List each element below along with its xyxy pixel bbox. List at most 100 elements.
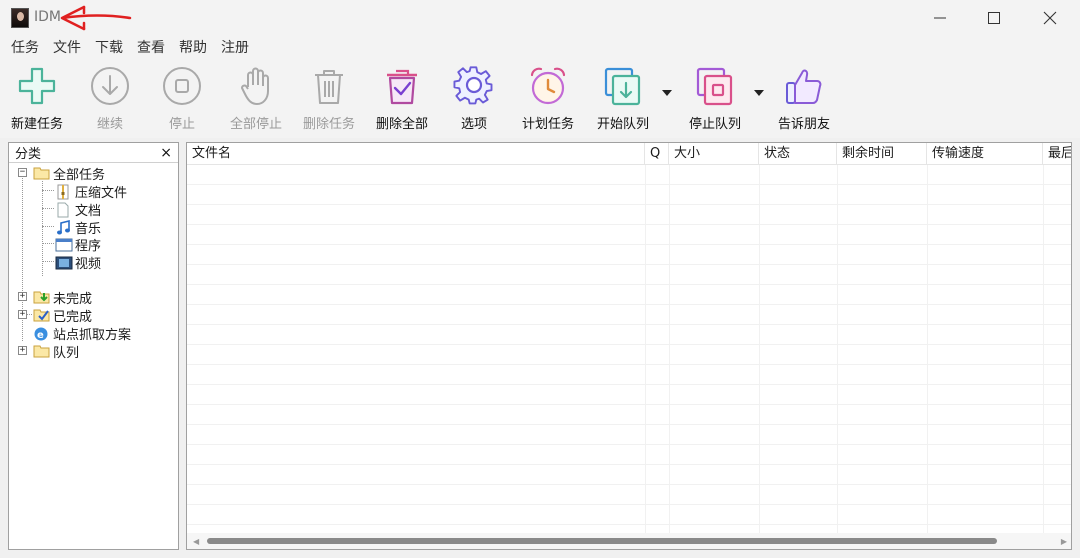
all-tasks-collapse-icon[interactable]: − <box>18 168 27 177</box>
tree-item-queues[interactable]: 队列 <box>33 342 80 361</box>
stop-all-button[interactable]: 全部停止 <box>226 65 286 137</box>
resume-icon <box>91 67 129 105</box>
stop-queue-dropdown-icon[interactable] <box>754 90 764 96</box>
tree-label-programs: 程序 <box>75 238 102 254</box>
tree-label-queues: 队列 <box>53 345 80 361</box>
delete-all-icon <box>387 69 417 105</box>
tree-label-compressed: 压缩文件 <box>75 185 128 201</box>
folder-download-icon <box>33 290 50 304</box>
tell-friend-button[interactable]: 告诉朋友 <box>774 65 834 137</box>
stop-queue-button[interactable]: 停止队列 <box>684 65 746 137</box>
thumbs-up-icon <box>786 69 822 104</box>
stop-all-label: 全部停止 <box>229 117 282 132</box>
tree-label-documents: 文档 <box>75 203 102 219</box>
app-icon <box>11 8 29 28</box>
tell-friend-label: 告诉朋友 <box>777 117 830 132</box>
delete-task-button[interactable]: 删除任务 <box>300 65 358 137</box>
options-button[interactable]: 选项 <box>446 65 502 137</box>
scheduler-label: 计划任务 <box>521 117 574 132</box>
close-button[interactable] <box>1022 0 1078 36</box>
toolbar: 新建任务 继续 停止 全部停止 删除任务 删除全部 选项 计划任务 开始队列 停… <box>0 60 1080 138</box>
tree-item-finished[interactable]: 已完成 <box>33 306 93 325</box>
menu-view[interactable]: 查看 <box>130 36 172 60</box>
red-arrow-annotation <box>60 5 132 31</box>
tree-item-grabber[interactable]: e 站点抓取方案 <box>33 324 131 343</box>
alarm-clock-icon <box>530 67 566 105</box>
list-body[interactable] <box>187 165 1071 533</box>
delete-task-label: 删除任务 <box>302 117 355 132</box>
tree-item-unfinished[interactable]: 未完成 <box>33 288 93 307</box>
add-icon <box>18 67 56 105</box>
category-panel: 分类 × − 全部任务 压缩文件 文档 音乐 程序 视频 + 未完成 + 已完成… <box>8 142 179 550</box>
folder-icon <box>33 344 50 358</box>
menu-register[interactable]: 注册 <box>214 36 256 60</box>
column-time-left[interactable]: 剩余时间 <box>837 143 927 165</box>
title-bar: IDM <box>0 0 1080 36</box>
delete-all-button[interactable]: 删除全部 <box>372 65 432 137</box>
scheduler-button[interactable]: 计划任务 <box>518 65 578 137</box>
minimize-button[interactable] <box>912 0 968 36</box>
start-queue-icon <box>604 67 641 106</box>
tree-item-all-tasks[interactable]: 全部任务 <box>33 164 106 183</box>
music-note-icon <box>55 219 71 235</box>
scroll-left-icon[interactable]: ◀ <box>193 537 199 546</box>
tree-label-video: 视频 <box>75 256 102 272</box>
menu-help[interactable]: 帮助 <box>172 36 214 60</box>
document-icon <box>55 202 71 218</box>
column-last[interactable]: 最后 <box>1043 143 1071 165</box>
options-label: 选项 <box>460 117 487 132</box>
category-panel-header: 分类 × <box>9 143 178 163</box>
column-filename[interactable]: 文件名 <box>187 143 645 165</box>
film-icon <box>55 255 73 270</box>
tree-label-all-tasks: 全部任务 <box>53 167 106 183</box>
tree-item-documents[interactable]: 文档 <box>55 200 102 219</box>
close-icon <box>1043 11 1057 25</box>
maximize-button[interactable] <box>966 0 1022 36</box>
stop-queue-icon <box>696 67 733 106</box>
tree-item-programs[interactable]: 程序 <box>55 235 102 254</box>
tree-label-unfinished: 未完成 <box>53 291 93 307</box>
tree-item-music[interactable]: 音乐 <box>55 218 101 237</box>
unfinished-expand-icon[interactable]: + <box>18 292 27 301</box>
delete-all-label: 删除全部 <box>375 117 428 132</box>
archive-icon <box>55 184 71 200</box>
menu-download[interactable]: 下载 <box>88 36 130 60</box>
stop-icon <box>163 67 201 105</box>
stop-queue-label: 停止队列 <box>688 117 741 132</box>
new-task-label: 新建任务 <box>10 117 63 132</box>
category-panel-close-icon[interactable]: × <box>160 145 172 161</box>
tree-label-finished: 已完成 <box>53 309 93 325</box>
new-task-button[interactable]: 新建任务 <box>8 65 66 137</box>
menu-file[interactable]: 文件 <box>46 36 88 60</box>
folder-open-icon <box>33 166 50 180</box>
stop-button[interactable]: 停止 <box>154 65 210 137</box>
tree-item-video[interactable]: 视频 <box>55 253 102 272</box>
horizontal-scrollbar[interactable]: ◀ ▶ <box>187 533 1071 549</box>
column-status[interactable]: 状态 <box>759 143 837 165</box>
menu-bar: 任务 文件 下载 查看 帮助 注册 <box>0 36 1080 60</box>
menu-task[interactable]: 任务 <box>4 36 46 60</box>
finished-expand-icon[interactable]: + <box>18 310 27 319</box>
browser-e-icon: e <box>33 326 49 341</box>
scrollbar-thumb[interactable] <box>207 538 997 544</box>
list-header: 文件名 Q 大小 状态 剩余时间 传输速度 最后 <box>187 143 1071 165</box>
resume-label: 继续 <box>96 117 123 132</box>
column-size[interactable]: 大小 <box>669 143 759 165</box>
start-queue-button[interactable]: 开始队列 <box>592 65 654 137</box>
start-queue-dropdown-icon[interactable] <box>662 90 672 96</box>
gear-icon <box>453 66 493 105</box>
tree-item-compressed[interactable]: 压缩文件 <box>55 182 128 201</box>
download-list: 文件名 Q 大小 状态 剩余时间 传输速度 最后 ◀ ▶ <box>186 142 1072 550</box>
resume-button[interactable]: 继续 <box>82 65 138 137</box>
column-transfer-rate[interactable]: 传输速度 <box>927 143 1043 165</box>
trash-icon <box>315 70 343 104</box>
column-queue[interactable]: Q <box>645 143 669 165</box>
program-window-icon <box>55 237 73 252</box>
category-panel-title: 分类 <box>15 147 42 162</box>
folder-check-icon <box>33 308 50 322</box>
queues-expand-icon[interactable]: + <box>18 346 27 355</box>
window-title: IDM <box>34 9 61 25</box>
hand-icon <box>241 67 269 105</box>
scroll-right-icon[interactable]: ▶ <box>1061 537 1067 546</box>
stop-label: 停止 <box>168 117 195 132</box>
